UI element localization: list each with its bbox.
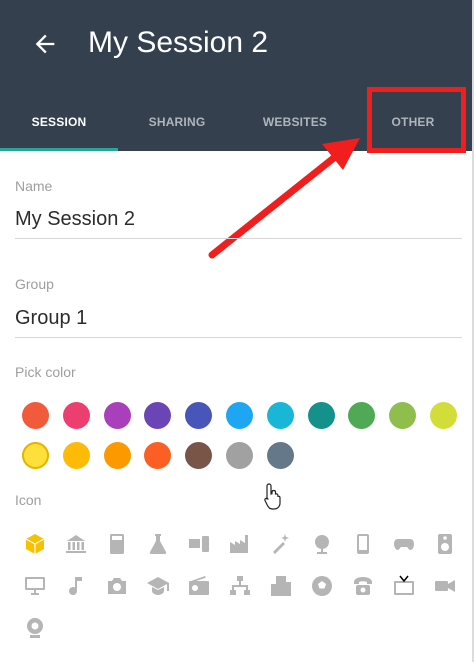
color-swatch[interactable] [22,442,49,469]
video-camera-icon[interactable] [431,572,459,600]
cube-icon[interactable] [21,530,49,558]
page-title: My Session 2 [88,26,269,59]
music-note-icon[interactable] [62,572,90,600]
tab-session[interactable]: SESSION [0,93,118,151]
color-swatch[interactable] [389,402,417,429]
graduation-cap-icon[interactable] [144,572,172,600]
magic-wand-icon[interactable] [267,530,295,558]
color-swatch[interactable] [307,402,335,429]
color-swatch[interactable] [185,402,213,429]
factory-icon[interactable] [226,530,254,558]
color-swatch[interactable] [226,402,253,429]
color-swatch[interactable] [103,442,131,469]
back-button[interactable] [28,27,62,61]
globe-icon[interactable] [308,530,336,558]
group-field[interactable]: Group 1 [15,307,87,330]
color-swatch[interactable] [185,442,213,469]
color-swatch[interactable] [266,402,294,429]
color-swatch[interactable] [103,402,131,429]
soccer-ball-icon[interactable] [308,572,336,600]
color-swatch[interactable] [348,402,376,429]
tab-sharing[interactable]: SHARING [118,93,236,151]
phone-icon[interactable] [349,572,377,600]
color-swatch[interactable] [144,442,172,469]
color-swatch[interactable] [226,442,253,469]
camera-icon[interactable] [103,572,131,600]
gamepad-icon[interactable] [390,530,418,558]
pick-color-label: Pick color [15,364,76,380]
speaker-icon[interactable] [431,530,459,558]
other-tab-highlight-annotation [367,87,466,153]
flask-icon[interactable] [144,530,172,558]
name-field-underline [15,238,462,239]
icon-label: Icon [15,492,42,508]
smartphone-icon[interactable] [349,530,377,558]
color-swatch[interactable] [430,402,457,429]
tv-icon[interactable] [390,572,418,600]
calculator-icon[interactable] [103,530,131,558]
color-swatch[interactable] [144,402,172,429]
color-swatch[interactable] [266,442,294,469]
monitor-icon[interactable] [21,572,49,600]
radio-icon[interactable] [185,572,213,600]
name-label: Name [15,178,53,194]
arrow-left-icon [35,34,55,54]
building-icon[interactable] [267,572,295,600]
color-swatch[interactable] [62,442,90,469]
color-swatch[interactable] [22,402,49,429]
group-field-underline [15,337,462,338]
group-label: Group [15,276,54,292]
devices-icon[interactable] [185,530,213,558]
hierarchy-icon[interactable] [226,572,254,600]
webcam-icon[interactable] [21,614,49,642]
hand-cursor-icon [264,483,281,510]
tab-websites[interactable]: WEBSITES [236,93,354,151]
name-field[interactable]: My Session 2 [15,208,135,231]
bank-icon[interactable] [62,530,90,558]
color-swatch[interactable] [62,402,90,429]
session-editor-panel: My Session 2 SESSION SHARING WEBSITES OT… [0,0,474,662]
